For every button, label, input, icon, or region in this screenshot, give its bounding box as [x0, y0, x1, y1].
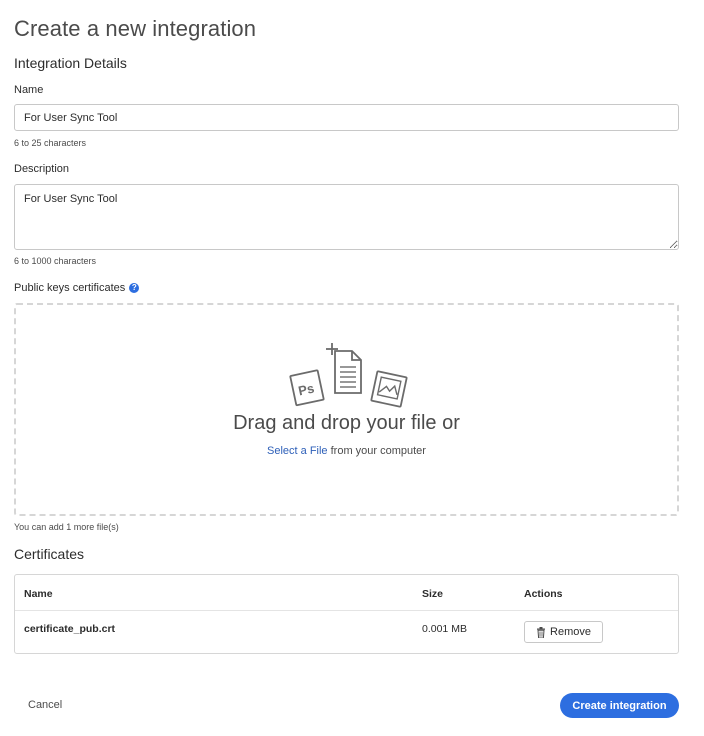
trash-icon: [537, 626, 546, 638]
file-dropzone[interactable]: Ps Drag and drop your file or Select a F…: [14, 303, 679, 516]
name-input[interactable]: [14, 104, 679, 131]
select-file-suffix: from your computer: [327, 445, 426, 457]
column-header-name: Name: [24, 588, 53, 600]
remove-button-label: Remove: [550, 626, 591, 638]
description-textarea[interactable]: For User Sync Tool: [14, 184, 679, 250]
column-header-size: Size: [422, 588, 444, 600]
name-label: Name: [14, 84, 44, 96]
question-circle-icon[interactable]: ?: [129, 283, 140, 293]
public-keys-label: Public keys certificates?: [14, 282, 140, 294]
remove-button[interactable]: Remove: [524, 621, 603, 643]
public-keys-label-text: Public keys certificates: [14, 282, 126, 294]
document-icon: [334, 350, 362, 394]
photoshop-file-icon: Ps: [289, 369, 325, 407]
table-divider: [15, 610, 678, 611]
description-hint: 6 to 1000 characters: [14, 256, 97, 266]
certificates-title: Certificates: [14, 546, 85, 562]
certificate-size: 0.001 MB: [422, 623, 467, 635]
create-integration-button[interactable]: Create integration: [560, 693, 679, 718]
upload-illustration: Ps: [289, 343, 408, 408]
section-title-integration-details: Integration Details: [14, 55, 127, 71]
description-label: Description: [14, 163, 70, 175]
files-remaining-hint: You can add 1 more file(s): [14, 522, 119, 532]
certificates-table: Name Size Actions certificate_pub.crt 0.…: [14, 574, 679, 654]
dropzone-subtitle: Select a File from your computer: [16, 445, 677, 457]
page-title: Create a new integration: [14, 16, 257, 41]
cancel-button[interactable]: Cancel: [28, 699, 62, 711]
select-file-link[interactable]: Select a File: [267, 445, 328, 457]
certificate-name: certificate_pub.crt: [24, 623, 116, 635]
column-header-actions: Actions: [524, 588, 563, 600]
image-file-icon: [370, 370, 408, 408]
name-hint: 6 to 25 characters: [14, 138, 87, 148]
dropzone-title: Drag and drop your file or: [233, 412, 460, 434]
